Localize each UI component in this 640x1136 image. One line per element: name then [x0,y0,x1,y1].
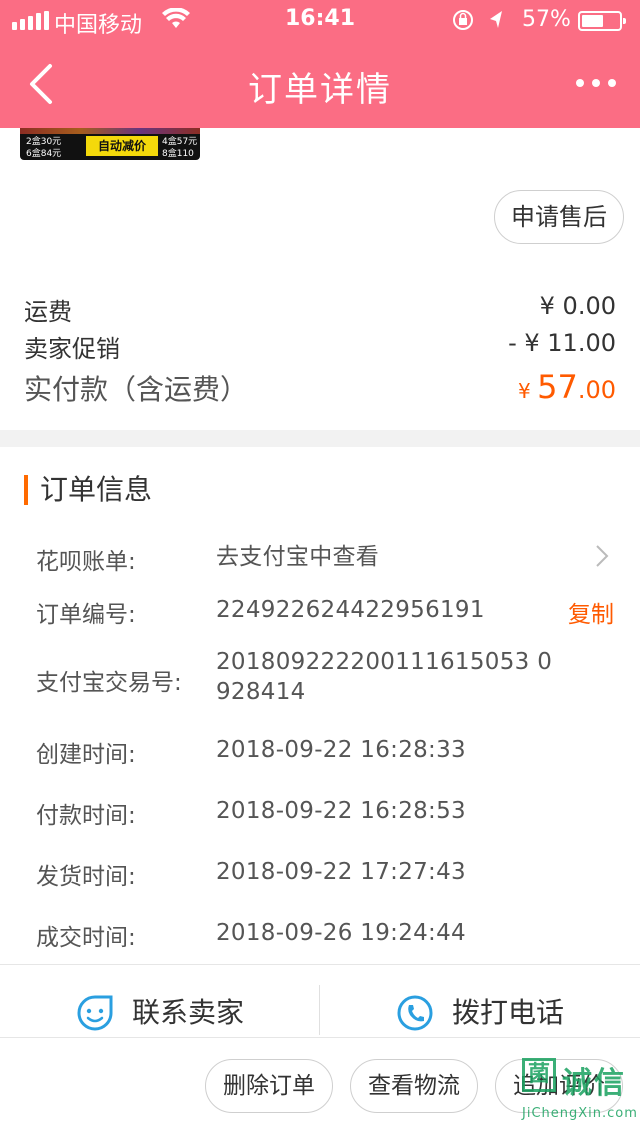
more-dots-icon[interactable] [574,74,618,94]
shipping-value: ¥ 0.00 [539,292,616,320]
price-tier-2: 6盒84元 [26,149,62,159]
alipay-trade-value: 201809222200111615053 0 928414 [216,649,553,705]
total-paid-row: 实付款（含运费） ¥ 57.00 [24,368,616,412]
phone-icon [397,995,433,1031]
huabei-row[interactable]: 花呗账单: 去支付宝中查看 [36,542,616,576]
seller-promo-row: 卖家促销 - ¥ 11.00 [24,329,616,365]
promo-badge: 自动减价 [86,136,158,156]
delete-order-button[interactable]: 删除订单 [205,1059,333,1113]
paid-time-value: 2018-09-22 16:28:53 [216,798,466,824]
alipay-trade-label: 支付宝交易号: [36,670,182,696]
completed-time-row: 成交时间: 2018-09-26 19:24:44 [36,918,616,952]
order-number-row: 订单编号: 224922624422956191 复制 [36,595,616,629]
created-time-row: 创建时间: 2018-09-22 16:28:33 [36,735,616,769]
shipping-label: 运费 [24,298,72,326]
watermark-logo: 菌 诚信 JiChengXin.com [520,1056,637,1136]
seller-promo-value: - ¥ 11.00 [508,329,616,357]
section-title: 订单信息 [24,475,152,505]
total-paid-label: 实付款（含运费） [24,373,249,406]
shipping-fee-row: 运费 ¥ 0.00 [24,292,616,328]
call-phone-button[interactable]: 拨打电话 [396,965,596,1039]
order-summary-card: 2盒30元 6盒84元 自动减价 4盒57元 8盒110元 申请售后 运费 ¥ … [0,128,640,430]
shipped-time-value: 2018-09-22 17:27:43 [216,859,466,885]
shipped-time-label: 发货时间: [36,864,136,890]
chat-face-icon [77,995,113,1031]
battery-icon [578,11,626,31]
paid-time-row: 付款时间: 2018-09-22 16:28:53 [36,796,616,830]
status-bar: 中国移动 16:41 57% [0,0,640,40]
huabei-value: 去支付宝中查看 [216,544,380,570]
price-tier-4: 8盒110元 [162,149,194,159]
contact-seller-button[interactable]: 联系卖家 [76,965,276,1039]
huabei-label: 花呗账单: [36,549,136,575]
location-arrow-icon [490,11,502,28]
contact-bar: 联系卖家 拨打电话 [0,964,640,1038]
header-bar: 中国移动 16:41 57% 订单详情 [0,0,640,128]
order-info-card: 订单信息 花呗账单: 去支付宝中查看 订单编号: 224922624422956… [0,447,640,964]
seller-promo-label: 卖家促销 [24,335,120,363]
view-logistics-button[interactable]: 查看物流 [350,1059,478,1113]
divider [319,985,320,1035]
created-time-label: 创建时间: [36,742,136,768]
created-time-value: 2018-09-22 16:28:33 [216,737,466,763]
completed-time-label: 成交时间: [36,925,136,951]
apply-aftersale-button[interactable]: 申请售后 [494,190,624,244]
order-number-label: 订单编号: [36,602,136,628]
order-number-value: 224922624422956191 [216,597,485,623]
page-title: 订单详情 [248,70,392,110]
paid-time-label: 付款时间: [36,803,136,829]
shipped-time-row: 发货时间: 2018-09-22 17:27:43 [36,857,616,891]
total-paid-value: ¥ 57.00 [518,368,616,406]
chevron-right-icon[interactable] [594,544,610,568]
rotation-lock-icon [453,10,502,30]
alipay-trade-row: 支付宝交易号: 201809222200111615053 0 928414 [36,647,616,711]
completed-time-value: 2018-09-26 19:24:44 [216,920,466,946]
battery-percent: 57% [522,7,571,32]
copy-button[interactable]: 复制 [568,595,614,629]
product-thumbnail[interactable]: 2盒30元 6盒84元 自动减价 4盒57元 8盒110元 [20,128,200,160]
